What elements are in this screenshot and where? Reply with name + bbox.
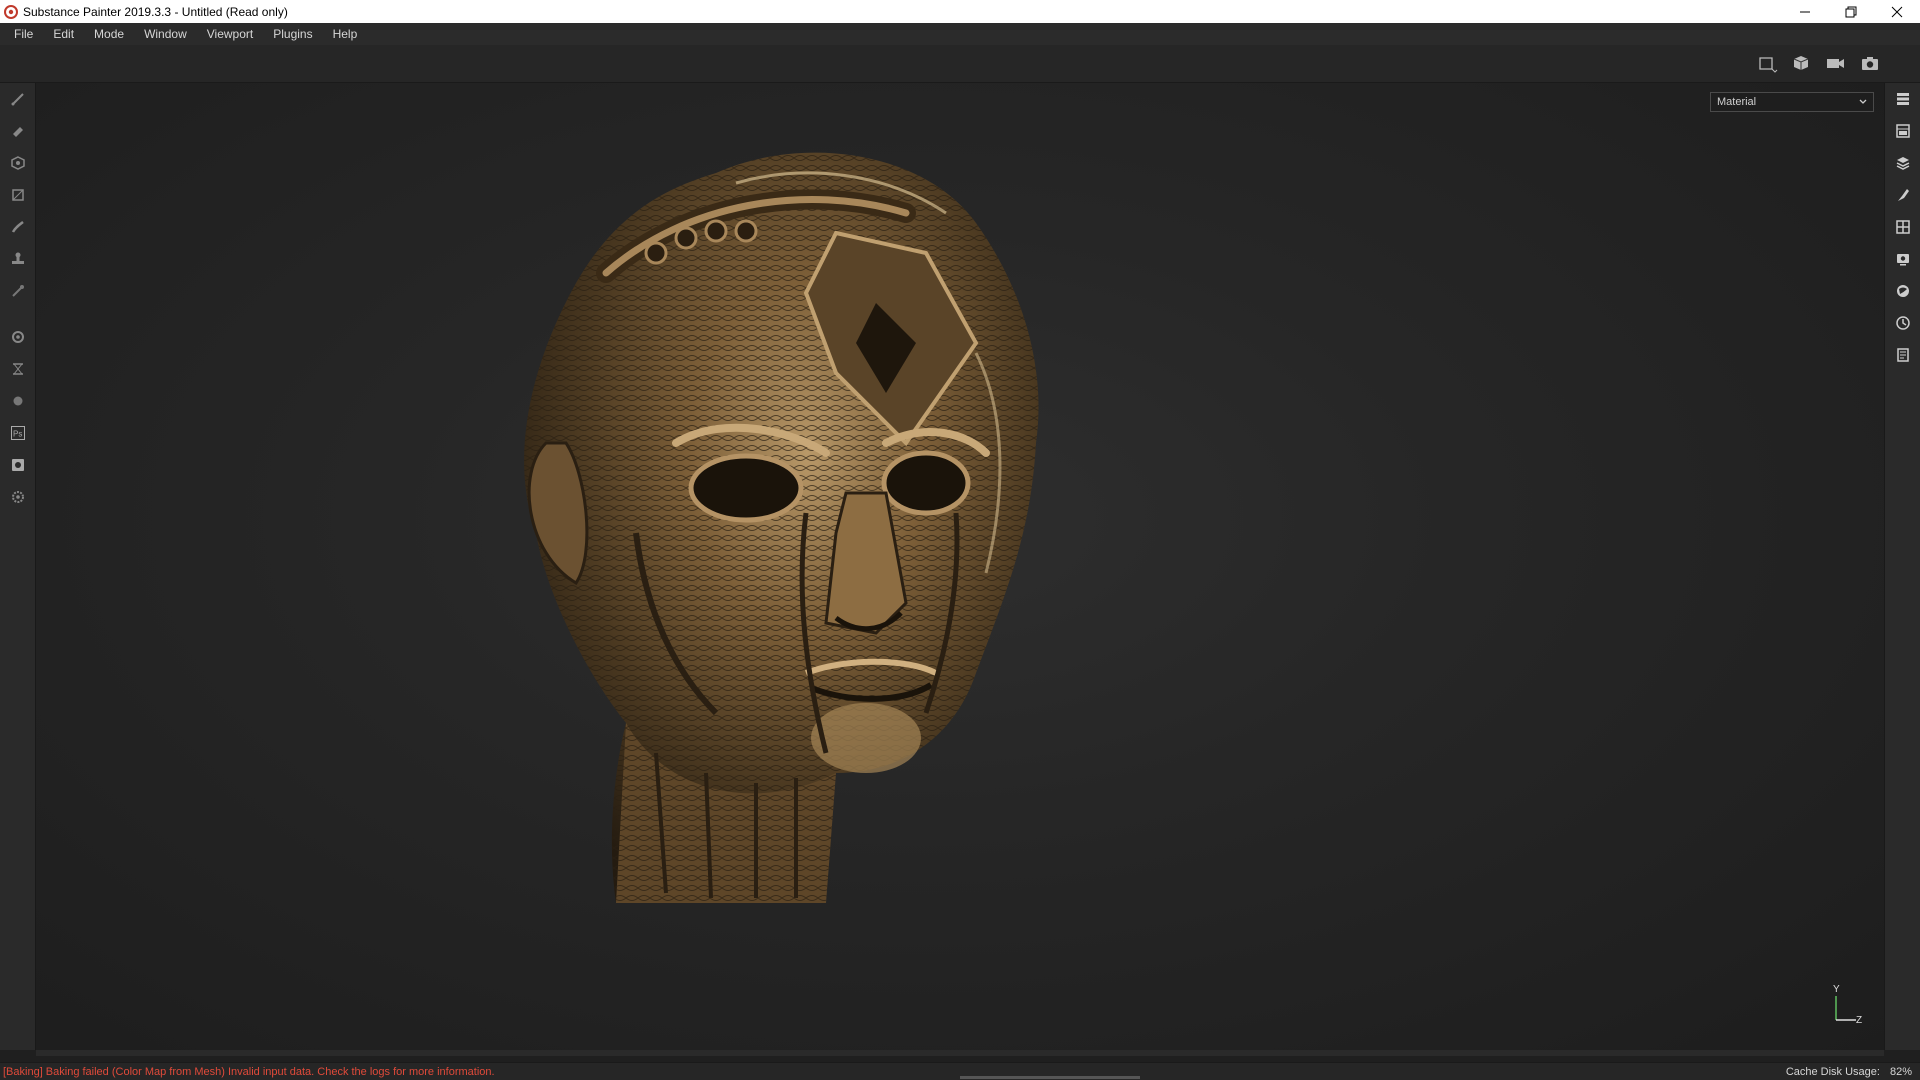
geometry-fill-icon [12, 189, 24, 201]
brush-tool[interactable] [8, 89, 28, 109]
geometry-fill-tool[interactable] [8, 185, 28, 205]
cache-disk-usage-value: 82% [1889, 1065, 1912, 1078]
brush-properties-button[interactable] [1893, 185, 1913, 205]
brush-icon [11, 93, 24, 106]
eraser-icon [13, 127, 23, 137]
export-icon [12, 459, 24, 471]
sphere-button[interactable] [8, 391, 28, 411]
texture-set-list-icon [1896, 124, 1910, 138]
window-title: Substance Painter 2019.3.3 - Untitled (R… [23, 4, 288, 19]
svg-text:Ps: Ps [13, 430, 22, 439]
uv-grid-icon [1896, 220, 1910, 234]
photoshop-export-icon: Ps [11, 426, 25, 440]
restore-button[interactable] [1828, 0, 1874, 23]
viewport-timeline-strip [36, 1050, 1884, 1056]
sphere-icon [13, 396, 23, 406]
camera-icon [1827, 59, 1844, 68]
color-picker-icon [12, 285, 24, 297]
bake-settings-button[interactable] [8, 327, 28, 347]
history-button[interactable] [1893, 313, 1913, 333]
axis-y-label: Y [1833, 984, 1840, 995]
clone-tool[interactable] [8, 249, 28, 269]
cache-disk-usage-label: Cache Disk Usage: [1785, 1065, 1880, 1078]
right-dock-column [1884, 83, 1920, 1050]
channel-select[interactable]: Material [1710, 92, 1874, 112]
menu-viewport[interactable]: Viewport [197, 23, 263, 45]
channel-select-value: Material [1717, 96, 1757, 108]
projection-icon [11, 156, 25, 170]
export-button[interactable] [8, 455, 28, 475]
menu-mode[interactable]: Mode [84, 23, 134, 45]
chevron-down-icon [1859, 99, 1867, 104]
projection-tool[interactable] [8, 153, 28, 173]
status-error-message[interactable]: [Baking] Baking failed (Color Map from M… [3, 1066, 495, 1078]
display-settings-icon [1897, 254, 1909, 266]
iray-icon [13, 363, 23, 375]
3d-viewport[interactable]: Material Y Z [36, 83, 1884, 1050]
brush-properties-icon [1898, 189, 1909, 201]
log-icon [1897, 348, 1909, 362]
close-button[interactable] [1874, 0, 1920, 23]
bake-settings-icon [12, 331, 24, 343]
horizontal-scrollbar[interactable] [960, 1076, 1140, 1079]
menu-file[interactable]: File [4, 23, 43, 45]
axis-z-label: Z [1856, 1015, 1863, 1026]
plugin-settings-button[interactable] [8, 487, 28, 507]
display-settings-button[interactable] [1893, 249, 1913, 269]
uv-grid-button[interactable] [1893, 217, 1913, 237]
photoshop-export-button[interactable]: Ps [8, 423, 28, 443]
3d-view-icon [1793, 56, 1809, 70]
smudge-tool[interactable] [8, 217, 28, 237]
minimize-icon [1800, 11, 1810, 12]
shader-settings-button[interactable] [1893, 281, 1913, 301]
2d-view-icon [1759, 57, 1778, 73]
top-toolbar [0, 45, 1920, 83]
screenshot-button[interactable] [1858, 53, 1882, 75]
layer-button[interactable] [1893, 153, 1913, 173]
menu-plugins[interactable]: Plugins [263, 23, 322, 45]
axis-gizmo: Y Z [1826, 984, 1866, 1028]
menu-window[interactable]: Window [134, 23, 197, 45]
layers-stack-icon [1897, 93, 1909, 105]
clone-icon [12, 252, 24, 264]
close-icon [1891, 6, 1903, 17]
settings-icon [12, 491, 24, 503]
layer-icon [1896, 157, 1910, 170]
menu-bar: File Edit Mode Window Viewport Plugins H… [0, 23, 1920, 45]
iray-button[interactable] [8, 359, 28, 379]
eraser-tool[interactable] [8, 121, 28, 141]
layers-stack-button[interactable] [1893, 89, 1913, 109]
smudge-icon [11, 221, 24, 233]
log-button[interactable] [1893, 345, 1913, 365]
view-3d-button[interactable] [1790, 53, 1814, 75]
title-bar: Substance Painter 2019.3.3 - Untitled (R… [0, 0, 1920, 23]
minimize-button[interactable] [1782, 0, 1828, 23]
camera-button[interactable] [1824, 53, 1848, 75]
restore-icon [1845, 6, 1857, 17]
color-picker-tool[interactable] [8, 281, 28, 301]
menu-edit[interactable]: Edit [43, 23, 84, 45]
menu-help[interactable]: Help [323, 23, 368, 45]
left-tool-column: Ps [0, 83, 36, 1050]
history-icon [1896, 316, 1910, 330]
head-model-render [524, 152, 1039, 903]
shader-settings-icon [1897, 285, 1909, 297]
substance-painter-logo-icon [4, 4, 18, 19]
screenshot-icon [1862, 57, 1878, 70]
view-2d-button[interactable] [1756, 53, 1780, 75]
texture-set-list-button[interactable] [1893, 121, 1913, 141]
